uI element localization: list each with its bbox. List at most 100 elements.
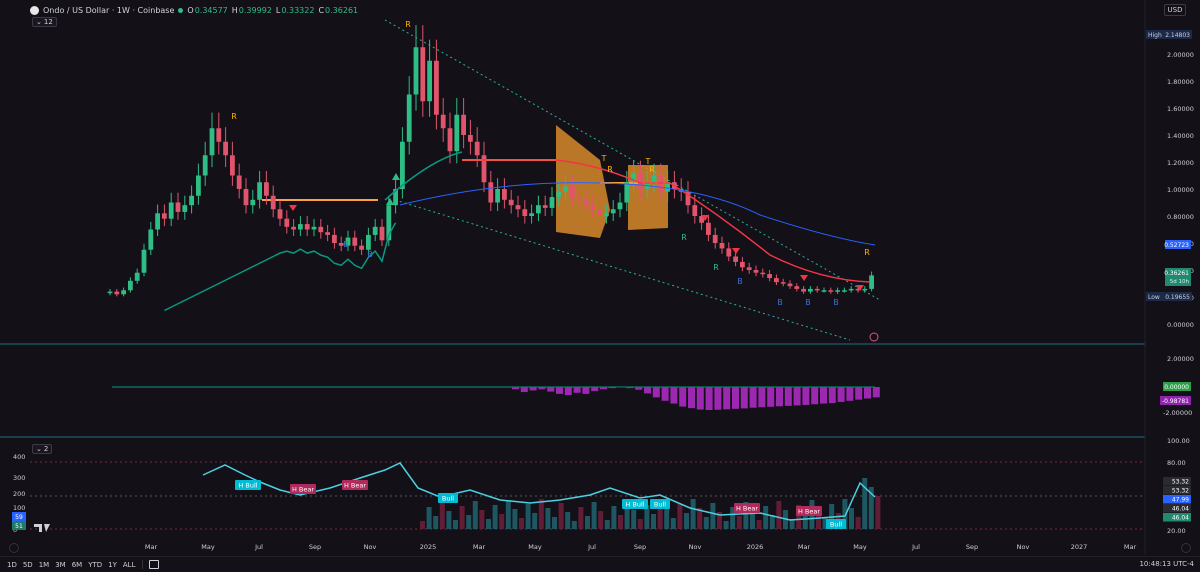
volume-bar: [466, 515, 472, 529]
rsi-value: 46.04: [1172, 515, 1189, 522]
rsi-volume-pane[interactable]: H Bull H Bear H Bear Bull H Bull Bull H Bear H …: [12, 453, 1145, 534]
candle: [821, 290, 827, 292]
candle: [842, 290, 847, 292]
trading-chart[interactable]: RRR RRT TBBBB B BRR H Bull H Bear H BearBullH …: [0, 0, 1200, 572]
volume-bar: [499, 514, 505, 529]
timeframe-6m[interactable]: 6M: [69, 561, 86, 569]
candle: [400, 141, 405, 189]
candle: [250, 199, 256, 206]
candle: [216, 128, 222, 142]
sell-triangle-icon: [289, 205, 297, 211]
macd-pane[interactable]: [112, 386, 880, 410]
time-axis[interactable]: Mar May Jul Sep Nov 2025 Mar May Jul Sep Nov 2026 Ma…: [145, 543, 1137, 551]
macd-bar: [802, 387, 810, 405]
macd-bar: [784, 387, 792, 406]
price-tick: 1.20000: [1167, 159, 1194, 167]
volume-bar: [472, 501, 478, 529]
timeframe-1d[interactable]: 1D: [4, 561, 20, 569]
time-tick: 2025: [420, 543, 437, 551]
macd-bar: [723, 387, 731, 410]
time-tick: Jul: [587, 543, 596, 551]
candle: [277, 209, 283, 219]
divider: [142, 560, 144, 569]
candle: [257, 182, 262, 200]
volume-bar: [664, 509, 670, 529]
candle: [440, 114, 446, 129]
bull-label: Bull: [654, 501, 666, 509]
macd-bar: [608, 387, 616, 389]
volume-bar: [420, 521, 425, 529]
timeframe-all[interactable]: ALL: [120, 561, 139, 569]
candle: [590, 205, 596, 210]
low-value: 0.33322: [281, 5, 315, 15]
price-tick: 0.80000: [1167, 213, 1194, 221]
clock[interactable]: 10:48:13 UTC-4: [1139, 560, 1194, 568]
volume-bar: [604, 520, 610, 529]
volume-bar: [736, 516, 742, 529]
indicators-toggle[interactable]: ⌄ 12: [32, 17, 57, 27]
candle: [542, 205, 548, 208]
ohlc-low: L0.33322: [276, 6, 315, 15]
alert-icon: [869, 332, 879, 342]
volume-bar: [591, 502, 597, 529]
volume-bar: [723, 521, 729, 529]
volume-bar: [611, 506, 617, 529]
candle: [549, 197, 555, 208]
candle: [726, 248, 732, 257]
candle: [597, 209, 602, 216]
timeframe-1y[interactable]: 1Y: [105, 561, 120, 569]
candle: [352, 237, 358, 246]
candle: [311, 226, 317, 230]
signal-b-label: B: [343, 240, 349, 249]
candle: [121, 290, 126, 295]
candle: [162, 213, 167, 219]
timeframe-3m[interactable]: 3M: [52, 561, 69, 569]
high-label: H: [231, 5, 238, 15]
left-badge: 59: [15, 514, 23, 521]
last-price: 0.36261: [1164, 270, 1189, 277]
calendar-icon[interactable]: [149, 560, 160, 569]
settings-circle-icon[interactable]: [9, 543, 19, 553]
h-bear-label: H Bear: [798, 508, 820, 516]
price-tick: 1.40000: [1167, 132, 1194, 140]
candle: [712, 234, 718, 243]
candle: [651, 175, 657, 183]
candle: [148, 229, 154, 250]
timeframe-5d[interactable]: 5D: [20, 561, 36, 569]
symbol-title[interactable]: Ondo / US Dollar · 1W · Coinbase: [43, 6, 174, 15]
price-tick: 1.80000: [1167, 78, 1194, 86]
chevron-down-icon: ⌄: [36, 18, 42, 26]
candle: [760, 272, 766, 275]
left-scale-tick: 200: [13, 490, 25, 498]
time-tick: 2027: [1071, 543, 1088, 551]
timeframe-1m[interactable]: 1M: [36, 561, 53, 569]
currency-selector[interactable]: USD: [1164, 4, 1186, 16]
lower-indicators-toggle[interactable]: ⌄ 2: [32, 444, 53, 454]
rsi-value: 46.04: [1172, 506, 1189, 513]
timeframe-ytd[interactable]: YTD: [85, 561, 105, 569]
signal-r-label: R: [864, 248, 870, 257]
price-pane[interactable]: RRR RRT TBBBB B BRR: [107, 19, 881, 342]
price-axis[interactable]: 2.00000 1.80000 1.60000 1.40000 1.20000 1.000…: [1146, 30, 1194, 535]
candle: [692, 205, 698, 216]
candle: [447, 128, 453, 152]
left-scale-tick: 400: [13, 453, 25, 461]
candle: [107, 291, 113, 294]
open-value: 0.34577: [194, 5, 228, 15]
candle: [808, 288, 813, 292]
macd-bar: [864, 387, 871, 399]
scale-settings-icon[interactable]: [1181, 543, 1191, 553]
macd-bar: [696, 387, 704, 410]
channel-upper-line: [384, 19, 881, 301]
macd-bar: [767, 387, 775, 407]
volume-bar: [525, 504, 531, 529]
grid: [0, 0, 1146, 555]
chevron-down-icon: ⌄: [36, 445, 42, 453]
macd-bar: [793, 387, 801, 406]
candle: [617, 202, 623, 210]
open-label: O: [187, 5, 194, 15]
candle: [583, 199, 589, 206]
candle: [706, 222, 711, 235]
volume-bar: [558, 503, 564, 529]
candle: [128, 280, 133, 291]
